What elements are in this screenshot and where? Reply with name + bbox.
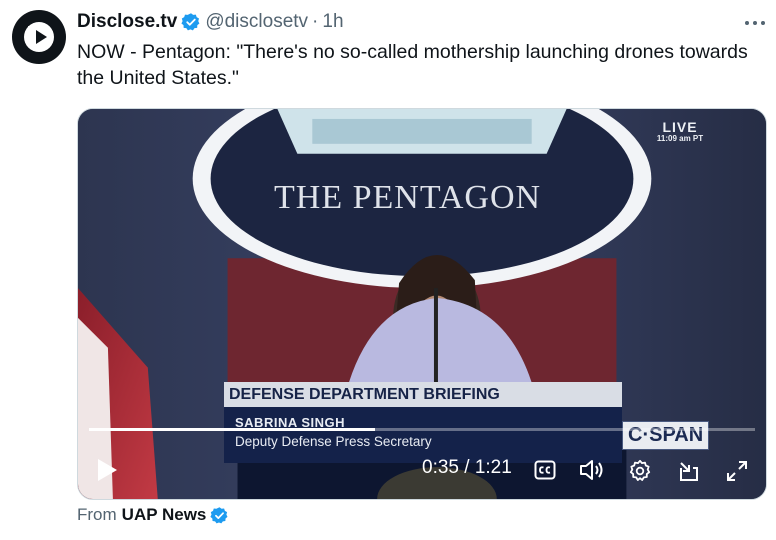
- attribution-source[interactable]: UAP News: [122, 505, 207, 525]
- progress-fill: [89, 428, 376, 431]
- video-controls: 0:35 / 1:21: [78, 449, 766, 489]
- verified-badge-icon: [181, 12, 201, 32]
- video-attribution: From UAP News: [77, 505, 229, 525]
- author-name[interactable]: Disclose.tv: [77, 11, 177, 33]
- pip-icon: [680, 462, 698, 481]
- progress-bar[interactable]: [89, 428, 755, 431]
- speaker-title: Deputy Defense Press Secretary: [235, 434, 432, 449]
- fullscreen-button[interactable]: [723, 457, 751, 485]
- settings-icon: [629, 459, 651, 481]
- captions-button[interactable]: [532, 457, 558, 483]
- attribution-prefix: From: [77, 505, 117, 524]
- author-handle[interactable]: @disclosetv: [205, 11, 308, 33]
- video-player[interactable]: THE PENTAGON LIVE 11:09 am PT DEFENSE DE…: [77, 108, 767, 500]
- play-button[interactable]: [92, 455, 122, 485]
- live-time: 11:09 am PT: [656, 134, 704, 143]
- more-options-button[interactable]: [742, 12, 768, 34]
- disclose-logo-icon: [24, 22, 54, 52]
- volume-button[interactable]: [578, 457, 608, 483]
- captions-icon: [534, 460, 556, 480]
- backdrop-text: THE PENTAGON: [274, 179, 542, 216]
- live-label: LIVE: [662, 119, 698, 135]
- network-logo: C·SPAN: [622, 421, 710, 450]
- verified-badge-icon: [210, 506, 229, 525]
- fullscreen-icon: [727, 461, 747, 481]
- duration: 1:21: [474, 457, 512, 478]
- settings-button[interactable]: [626, 457, 654, 485]
- avatar[interactable]: [12, 10, 66, 64]
- chyron-title: DEFENSE DEPARTMENT BRIEFING: [224, 382, 622, 407]
- more-dots-icon: [745, 21, 765, 25]
- play-icon: [98, 459, 117, 481]
- volume-icon: [580, 460, 603, 480]
- post-time[interactable]: 1h: [322, 11, 343, 33]
- time-separator: /: [464, 457, 470, 478]
- current-time: 0:35: [422, 457, 459, 478]
- pip-button[interactable]: [675, 457, 703, 485]
- separator-dot: ·: [312, 11, 319, 32]
- live-bug: LIVE 11:09 am PT: [648, 119, 712, 143]
- timecode: 0:35 / 1:21: [422, 457, 512, 479]
- post-text: NOW - Pentagon: "There's no so-called mo…: [77, 41, 748, 89]
- post-header: Disclose.tv @disclosetv · 1h: [77, 10, 344, 34]
